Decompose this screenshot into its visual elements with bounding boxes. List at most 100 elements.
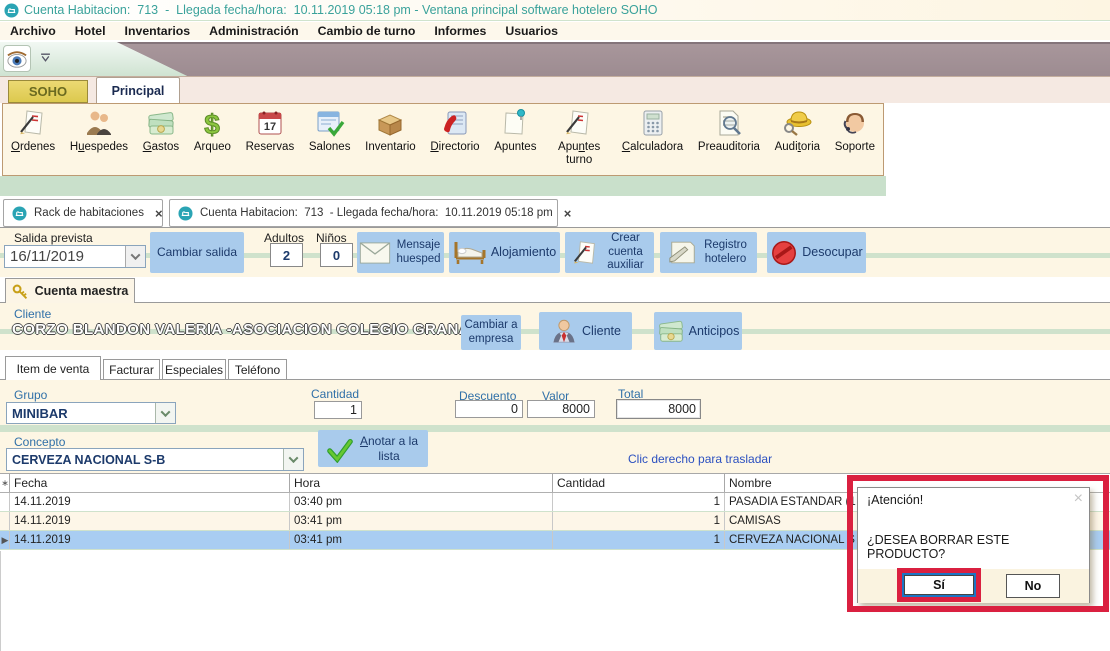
dropdown-button[interactable] <box>283 449 303 470</box>
support-agent-icon <box>840 108 870 138</box>
ribbon-button-gastos[interactable]: Gastos <box>143 108 179 175</box>
dropdown-button[interactable] <box>155 403 175 423</box>
cuenta-maestra-label: Cuenta maestra <box>35 284 129 298</box>
cambiar-salida-button[interactable]: Cambiar salida <box>150 232 244 273</box>
ribbon-button-ordenes[interactable]: Ordenes <box>11 108 55 175</box>
preaudit-magnifier-icon <box>714 108 744 138</box>
menu-item-hotel[interactable]: Hotel <box>75 24 106 38</box>
dialog-title: ¡Atención! <box>867 493 923 507</box>
mensaje-huesped-button[interactable]: Mensaje huesped <box>357 232 444 273</box>
shift-notes-icon <box>564 108 594 138</box>
col-header-hora[interactable]: Hora <box>290 474 553 492</box>
col-header-cantidad[interactable]: Cantidad <box>553 474 725 492</box>
tab-principal[interactable]: Principal <box>96 77 180 103</box>
ribbon-button-preauditoria[interactable]: Preauditoria <box>698 108 760 175</box>
audit-hat-icon <box>782 108 812 138</box>
ribbon-button-huespedes[interactable]: Huespedes <box>70 108 128 175</box>
inventory-box-icon <box>375 108 405 138</box>
chevron-down-icon <box>131 250 141 260</box>
menu-item-inventarios[interactable]: Inventarios <box>125 24 191 38</box>
ribbon-button-directorio[interactable]: Directorio <box>430 108 479 175</box>
note-pen-icon <box>572 239 600 267</box>
halls-window-check-icon <box>315 108 345 138</box>
close-tab-icon[interactable]: × <box>155 206 163 221</box>
tab-item-de-venta[interactable]: Item de venta <box>5 356 101 380</box>
concepto-label: Concepto <box>14 435 65 449</box>
green-band <box>0 425 1110 432</box>
selected-row-marker: ▶ <box>0 531 10 549</box>
menu-item-cambio-de-turno[interactable]: Cambio de turno <box>318 24 416 38</box>
page-pencil-icon <box>668 239 698 266</box>
anticipos-button[interactable]: Anticipos <box>654 312 742 350</box>
salida-prevista-value: 16/11/2019 <box>5 248 125 265</box>
green-check-icon <box>326 435 354 463</box>
dropdown-button[interactable] <box>125 246 145 267</box>
grupo-value: MINIBAR <box>7 406 155 421</box>
menu-item-usuarios[interactable]: Usuarios <box>505 24 558 38</box>
tab-telefono[interactable]: Teléfono <box>228 359 287 380</box>
soho-app-icon <box>4 3 19 18</box>
ribbon-button-arqueo[interactable]: $ Arqueo <box>194 108 231 175</box>
chevron-down-icon <box>289 453 299 463</box>
tab-especiales[interactable]: Especiales <box>162 359 226 380</box>
ribbon-button-apuntes[interactable]: Apuntes <box>494 108 536 175</box>
crear-cuenta-auxiliar-button[interactable]: Crear cuenta auxiliar <box>565 232 654 273</box>
ribbon-button-soporte[interactable]: Soporte <box>835 108 875 175</box>
doc-tab-label: Cuenta Habitacion: 713 - Llegada fecha/h… <box>200 207 553 219</box>
master-account-row <box>0 277 1110 303</box>
money-icon <box>657 317 685 345</box>
ribbon-button-reservas[interactable]: 17 Reservas <box>246 108 295 175</box>
doc-tab-rack-habitaciones[interactable]: Rack de habitaciones × <box>3 199 163 227</box>
cantidad-input[interactable]: 1 <box>314 401 362 419</box>
dialog-message: ¿DESEA BORRAR ESTE PRODUCTO? <box>867 533 1089 561</box>
adultos-value-box[interactable]: 2 <box>270 243 303 267</box>
ribbon-button-calculadora[interactable]: Calculadora <box>622 108 683 175</box>
desocupar-button[interactable]: Desocupar <box>767 232 866 273</box>
alojamiento-button[interactable]: Alojamiento <box>449 232 560 273</box>
anotar-a-la-lista-button[interactable]: Anotar a la lista <box>318 430 428 467</box>
registro-hotelero-button[interactable]: Registro hotelero <box>660 232 757 273</box>
alojamiento-label: Alojamiento <box>491 245 556 260</box>
cliente-button[interactable]: Cliente <box>539 312 632 350</box>
close-tab-icon[interactable]: × <box>564 206 572 221</box>
tab-soho[interactable]: SOHO <box>8 80 88 103</box>
chevron-down-icon <box>161 407 171 417</box>
ribbon-button-inventario[interactable]: Inventario <box>365 108 416 175</box>
eye-icon <box>6 49 28 69</box>
menu-bar: Archivo Hotel Inventarios Administración… <box>0 22 1110 40</box>
ribbon-button-apuntes-turno[interactable]: Apuntes turno <box>551 108 607 175</box>
ribbon-button-salones[interactable]: Salones <box>309 108 351 175</box>
tab-facturar[interactable]: Facturar <box>103 359 160 380</box>
descuento-input[interactable]: 0 <box>455 400 523 418</box>
green-separator-band <box>0 176 886 196</box>
col-header-fecha[interactable]: Fecha <box>10 474 290 492</box>
menu-item-informes[interactable]: Informes <box>434 24 486 38</box>
reservations-calendar-icon: 17 <box>255 108 285 138</box>
menu-item-archivo[interactable]: Archivo <box>10 24 56 38</box>
cambiar-a-empresa-button[interactable]: Cambiar a empresa <box>461 315 521 350</box>
ribbon-button-auditoria[interactable]: Auditoria <box>775 108 820 175</box>
ribbon-toolbar: Ordenes Huespedes Gastos $ Arqueo 17 Res… <box>2 103 884 176</box>
cantidad-label: Cantidad <box>311 387 359 401</box>
concepto-select[interactable]: CERVEZA NACIONAL S-B <box>6 448 304 471</box>
eye-toolbar-button[interactable] <box>3 45 31 72</box>
no-button[interactable]: No <box>1006 574 1060 598</box>
marker-header-cell: ∗ <box>0 474 10 492</box>
toolbar-dropdown-chevron[interactable] <box>38 50 52 64</box>
crear-cuenta-auxiliar-label: Crear cuenta auxiliar <box>604 232 648 273</box>
close-icon[interactable]: × <box>1074 490 1083 508</box>
tab-cuenta-maestra[interactable]: Cuenta maestra <box>5 278 135 303</box>
menu-item-administracion[interactable]: Administración <box>209 24 299 38</box>
directory-phone-icon <box>440 108 470 138</box>
valor-input[interactable]: 8000 <box>527 400 595 418</box>
cash-count-dollar-icon: $ <box>197 108 227 138</box>
orders-note-icon <box>18 108 48 138</box>
salida-prevista-select[interactable]: 16/11/2019 <box>4 245 146 268</box>
ninos-value-box[interactable]: 0 <box>320 243 353 267</box>
registro-hotelero-label: Registro hotelero <box>702 239 750 267</box>
person-icon <box>550 317 578 345</box>
grupo-select[interactable]: MINIBAR <box>6 402 176 424</box>
doc-tab-cuenta-habitacion[interactable]: Cuenta Habitacion: 713 - Llegada fecha/h… <box>169 199 558 227</box>
yes-button[interactable]: Sí <box>902 573 976 597</box>
window-title: Cuenta Habitacion: 713 - Llegada fecha/h… <box>24 3 658 17</box>
